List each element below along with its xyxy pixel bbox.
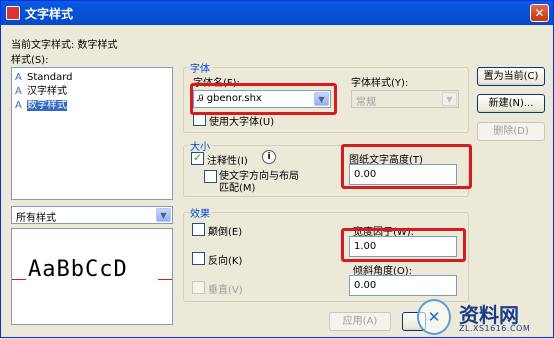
delete-style-button[interactable]: 删除(D) [477, 122, 545, 141]
upside-down-label: 颠倒(E) [208, 227, 243, 238]
text-style-icon: A [15, 72, 22, 83]
dialog-window: 文字样式 ✕ 当前文字样式: 数字样式 样式(S): A Standard A 汉字… [0, 0, 554, 338]
match-orientation-label-2: 匹配(M) [219, 183, 256, 194]
styles-label: 样式(S): [11, 55, 49, 66]
effects-group-title: 效果 [188, 205, 212, 220]
list-item[interactable]: A Standard [15, 71, 76, 85]
window-title: 文字样式 [25, 7, 74, 21]
text-style-icon: A [15, 86, 22, 97]
highlight-width-factor [341, 228, 466, 262]
highlight-paper-height [341, 144, 472, 189]
apply-button[interactable]: 应用(A) [329, 312, 391, 331]
style-filter-value: 所有样式 [16, 213, 56, 224]
chevron-down-icon[interactable]: ▼ [442, 92, 457, 106]
new-style-button[interactable]: 新建(N)... [477, 94, 545, 113]
preview-baseline-right [158, 279, 172, 280]
font-style-label: 字体样式(Y): [351, 78, 409, 89]
text-style-icon: A [15, 100, 22, 111]
list-item[interactable]: A 汉字样式 [15, 85, 70, 99]
annotative-checkbox[interactable] [191, 151, 204, 165]
preview-baseline-left [12, 279, 26, 280]
style-preview: AaBbCcD [11, 228, 173, 325]
list-item-selected[interactable]: A 数字样式 [15, 99, 70, 113]
highlight-font-name [190, 83, 337, 115]
close-button[interactable]: ✕ [530, 4, 549, 22]
set-current-button[interactable]: 置为当前(C) [477, 67, 545, 86]
big-font-label: 使用大字体(U) [209, 117, 275, 128]
match-orientation-checkbox[interactable] [204, 170, 217, 183]
app-icon [6, 6, 20, 20]
backwards-label: 反向(K) [208, 256, 243, 267]
preview-text: AaBbCcD [28, 257, 128, 282]
styles-list[interactable]: A Standard A 汉字样式 A 数字样式 [11, 67, 173, 200]
backwards-checkbox[interactable] [192, 252, 205, 265]
current-style-label: 当前文字样式: 数字样式 [11, 40, 118, 51]
close-icon: ✕ [534, 6, 545, 20]
watermark: ✕ 资料网 ZL.XS1616.COM [413, 297, 554, 339]
info-icon[interactable]: i [262, 150, 276, 164]
font-style-value: 常规 [356, 97, 376, 108]
oblique-value: 0.00 [354, 280, 377, 291]
vertical-label: 垂直(V) [208, 285, 243, 296]
watermark-logo-icon: ✕ [417, 299, 451, 335]
oblique-input[interactable]: 0.00 [349, 275, 457, 296]
font-group-title: 字体 [188, 60, 212, 75]
chevron-down-icon[interactable]: ▼ [156, 208, 171, 222]
upside-down-checkbox[interactable] [192, 223, 205, 236]
font-style-select[interactable]: 常规 ▼ [351, 90, 459, 108]
vertical-checkbox[interactable] [192, 281, 205, 294]
watermark-url: ZL.XS1616.COM [459, 324, 531, 333]
annotative-label: 注释性(I) [207, 156, 248, 167]
style-filter-select[interactable]: 所有样式 ▼ [11, 206, 173, 224]
title-bar[interactable]: 文字样式 ✕ [1, 1, 553, 25]
